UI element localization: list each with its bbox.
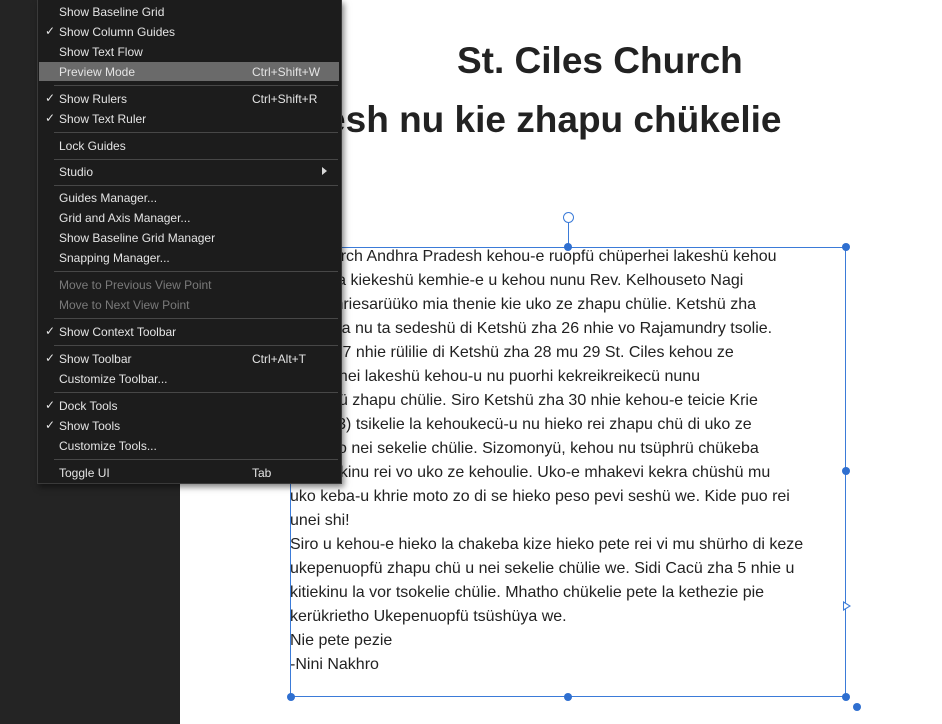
- menu-item-guides-manager[interactable]: Guides Manager...: [39, 188, 339, 207]
- menu-item-show-column-guides[interactable]: ✓ Show Column Guides: [39, 22, 339, 41]
- menu-item-shortcut: Ctrl+Shift+R: [252, 92, 318, 106]
- menu-item-label: Show Column Guides: [59, 25, 176, 39]
- resize-handle-bottom-left[interactable]: [287, 693, 295, 701]
- menu-separator: [54, 392, 338, 393]
- menu-item-label: Toggle UI: [59, 466, 110, 480]
- check-icon: ✓: [45, 111, 56, 125]
- menu-item-customize-tools[interactable]: Customize Tools...: [39, 436, 339, 455]
- check-icon: ✓: [45, 351, 56, 365]
- submenu-arrow-icon: [322, 167, 327, 175]
- menu-item-customize-toolbar[interactable]: Customize Toolbar...: [39, 369, 339, 388]
- menu-separator: [54, 85, 338, 86]
- check-icon: ✓: [45, 24, 56, 38]
- menu-item-label: Dock Tools: [59, 399, 118, 413]
- view-menu: Show Baseline Grid ✓ Show Column Guides …: [37, 0, 342, 484]
- menu-item-show-toolbar[interactable]: ✓ Show Toolbar Ctrl+Alt+T: [39, 349, 339, 368]
- menu-item-label: Show Context Toolbar: [59, 325, 177, 339]
- menu-item-label: Guides Manager...: [59, 191, 158, 205]
- menu-item-label: Move to Previous View Point: [59, 278, 212, 292]
- menu-item-preview-mode[interactable]: Preview Mode Ctrl+Shift+W: [39, 62, 339, 81]
- menu-item-next-view-point: Move to Next View Point: [39, 295, 339, 314]
- menu-item-show-context-toolbar[interactable]: ✓ Show Context Toolbar: [39, 322, 339, 341]
- menu-item-label: Customize Tools...: [59, 439, 157, 453]
- menu-item-label: Show Baseline Grid Manager: [59, 231, 216, 245]
- menu-item-dock-tools[interactable]: ✓ Dock Tools: [39, 396, 339, 415]
- menu-item-label: Show Rulers: [59, 92, 128, 106]
- menu-item-label: Show Tools: [59, 419, 121, 433]
- menu-separator: [54, 271, 338, 272]
- menu-item-previous-view-point: Move to Previous View Point: [39, 275, 339, 294]
- menu-separator: [54, 318, 338, 319]
- menu-item-show-baseline-grid[interactable]: Show Baseline Grid: [39, 2, 339, 21]
- menu-item-label: Show Baseline Grid: [59, 5, 165, 19]
- menu-item-label: Lock Guides: [59, 139, 126, 153]
- menu-item-label: Snapping Manager...: [59, 251, 170, 265]
- text-flow-out-icon[interactable]: [843, 601, 851, 611]
- menu-item-grid-axis-manager[interactable]: Grid and Axis Manager...: [39, 208, 339, 227]
- menu-item-label: Customize Toolbar...: [59, 372, 168, 386]
- menu-item-show-rulers[interactable]: ✓ Show Rulers Ctrl+Shift+R: [39, 89, 339, 108]
- menu-item-toggle-ui[interactable]: Toggle UI Tab: [39, 463, 339, 482]
- menu-item-shortcut: Ctrl+Alt+T: [252, 352, 307, 366]
- check-icon: ✓: [45, 324, 56, 338]
- menu-item-shortcut: Tab: [252, 466, 272, 480]
- menu-item-label: Move to Next View Point: [59, 298, 190, 312]
- menu-item-show-text-ruler[interactable]: ✓ Show Text Ruler: [39, 109, 339, 128]
- resize-handle-bottom-middle[interactable]: [564, 693, 572, 701]
- check-icon: ✓: [45, 91, 56, 105]
- menu-item-lock-guides[interactable]: Lock Guides: [39, 136, 339, 155]
- menu-item-studio[interactable]: Studio: [39, 162, 339, 181]
- menu-separator: [54, 185, 338, 186]
- menu-item-shortcut: Ctrl+Shift+W: [252, 65, 321, 79]
- menu-item-label: Show Toolbar: [59, 352, 132, 366]
- frame-corner-handle[interactable]: [853, 703, 861, 711]
- menu-item-label: Show Text Flow: [59, 45, 143, 59]
- check-icon: ✓: [45, 398, 56, 412]
- resize-handle-top-right[interactable]: [842, 243, 850, 251]
- resize-handle-bottom-right[interactable]: [842, 693, 850, 701]
- text-frame-selection[interactable]: [290, 247, 846, 697]
- menu-separator: [54, 345, 338, 346]
- resize-handle-middle-right[interactable]: [842, 467, 850, 475]
- menu-item-baseline-grid-manager[interactable]: Show Baseline Grid Manager: [39, 228, 339, 247]
- menu-separator: [54, 159, 338, 160]
- menu-item-label: Studio: [59, 165, 94, 179]
- menu-item-show-tools[interactable]: ✓ Show Tools: [39, 416, 339, 435]
- resize-handle-top-middle[interactable]: [564, 243, 572, 251]
- menu-item-label: Show Text Ruler: [59, 112, 147, 126]
- menu-item-label: Grid and Axis Manager...: [59, 211, 191, 225]
- menu-separator: [54, 132, 338, 133]
- menu-item-show-text-flow[interactable]: Show Text Flow: [39, 42, 339, 61]
- document-title: St. Ciles Church: [457, 40, 743, 81]
- menu-item-label: Preview Mode: [59, 65, 136, 79]
- menu-item-snapping-manager[interactable]: Snapping Manager...: [39, 248, 339, 267]
- menu-separator: [54, 459, 338, 460]
- rotation-handle[interactable]: [563, 212, 574, 223]
- check-icon: ✓: [45, 418, 56, 432]
